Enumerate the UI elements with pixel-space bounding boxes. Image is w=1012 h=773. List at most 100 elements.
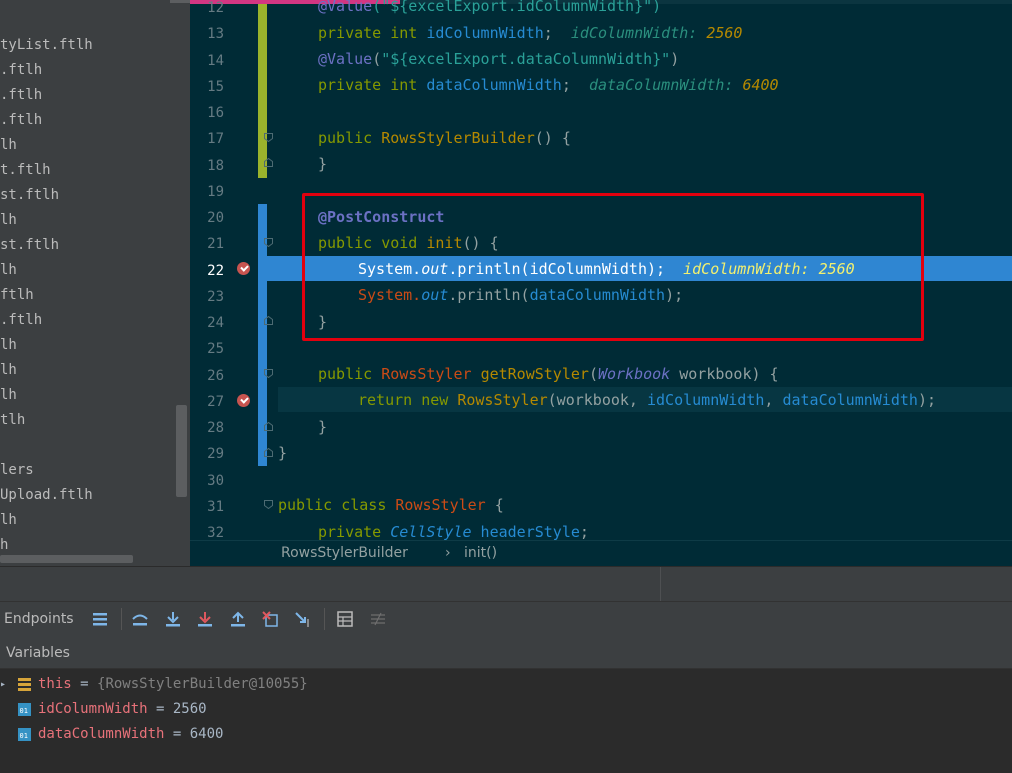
vcs-change-marker-modified[interactable] — [258, 4, 267, 178]
code-line-15[interactable]: private int dataColumnWidth; dataColumnW… — [318, 72, 779, 98]
fold-end-icon[interactable] — [264, 422, 273, 431]
fold-end-icon[interactable] — [264, 316, 273, 325]
code-line-27[interactable]: return new RowsStyler(workbook, idColumn… — [358, 387, 936, 413]
code-line-18[interactable]: } — [318, 151, 327, 177]
show-execution-point-icon[interactable] — [131, 610, 149, 628]
code-line-32[interactable]: private CellStyle headerStyle; — [318, 519, 589, 540]
code-line-28[interactable]: } — [318, 414, 327, 440]
tree-file-item[interactable]: tyList.ftlh — [0, 33, 93, 58]
code-line-31[interactable]: public class RowsStyler { — [278, 492, 504, 518]
tree-file-item[interactable]: .ftlh — [0, 83, 42, 108]
step-over-icon[interactable] — [164, 610, 182, 628]
line-number[interactable]: 18 — [190, 153, 224, 179]
expand-arrow-icon[interactable]: ▸ — [0, 672, 6, 697]
line-number[interactable]: 28 — [190, 415, 224, 441]
tree-file-item[interactable]: lh — [0, 333, 17, 358]
tree-file-item[interactable]: lh — [0, 383, 17, 408]
tool-window-stripe — [0, 566, 1012, 601]
code-line-12[interactable]: @Value("${excelExport.idColumnWidth}") — [318, 0, 661, 19]
line-number[interactable]: 17 — [190, 126, 224, 152]
line-number[interactable]: 22 — [190, 258, 224, 284]
tree-file-item[interactable]: lh — [0, 208, 17, 233]
keyword: public — [318, 129, 382, 147]
code-line-29[interactable]: } — [278, 440, 287, 466]
fold-collapse-icon[interactable] — [264, 369, 273, 378]
fold-collapse-icon[interactable] — [264, 133, 273, 142]
line-number[interactable]: 23 — [190, 284, 224, 310]
project-horizontal-scrollbar[interactable] — [0, 555, 133, 563]
tree-file-item[interactable]: st.ftlh — [0, 183, 59, 208]
tree-file-item[interactable]: .ftlh — [0, 308, 42, 333]
line-number[interactable]: 14 — [190, 48, 224, 74]
breakpoint-icon[interactable] — [237, 394, 250, 407]
tree-file-item[interactable]: Upload.ftlh — [0, 483, 93, 508]
variable-name: dataColumnWidth — [38, 726, 165, 742]
tree-file-item[interactable]: lers — [0, 458, 34, 483]
field-name: idColumnWidth — [426, 24, 544, 42]
fold-end-icon[interactable] — [264, 158, 273, 167]
punctuation: { — [485, 496, 504, 514]
tree-file-item[interactable]: .ftlh — [0, 58, 42, 83]
step-out-icon[interactable] — [229, 610, 247, 628]
menu-icon[interactable] — [91, 610, 109, 628]
line-number[interactable]: 15 — [190, 74, 224, 100]
endpoints-tab[interactable]: Endpoints — [4, 602, 74, 637]
line-number[interactable]: 30 — [190, 468, 224, 494]
line-number[interactable]: 27 — [190, 389, 224, 415]
tree-file-item[interactable]: lh — [0, 133, 17, 158]
evaluate-expression-icon[interactable] — [336, 610, 354, 628]
toolbar-separator — [324, 608, 325, 630]
drop-frame-icon[interactable] — [261, 610, 279, 628]
field-name: headerStyle — [471, 523, 580, 540]
run-to-cursor-icon[interactable] — [294, 610, 312, 628]
punctuation: ; — [561, 76, 571, 94]
trace-icon[interactable] — [369, 610, 387, 628]
punctuation: } — [318, 155, 328, 173]
parameter-type: Workbook — [597, 365, 671, 383]
tree-top-marker — [170, 0, 190, 3]
variable-name: idColumnWidth — [38, 701, 148, 717]
breakpoint-icon[interactable] — [237, 262, 250, 275]
equals-sign: = — [71, 676, 98, 692]
line-number[interactable]: 19 — [190, 179, 224, 205]
annotation: @Value — [318, 0, 373, 15]
type-name: RowsStyler — [381, 365, 481, 383]
line-number[interactable]: 16 — [190, 100, 224, 126]
code-line-26[interactable]: public RowsStyler getRowStyler(Workbook … — [318, 361, 779, 387]
tree-file-item[interactable]: st.ftlh — [0, 233, 59, 258]
breadcrumb-method[interactable]: init() — [464, 541, 497, 566]
string-literal: ("${excelExport.idColumnWidth}") — [372, 0, 662, 15]
fold-collapse-icon[interactable] — [264, 238, 273, 247]
tree-file-item[interactable]: t.ftlh — [0, 158, 51, 183]
step-into-icon[interactable] — [196, 610, 214, 628]
tree-file-item[interactable]: lh — [0, 258, 17, 283]
line-number[interactable]: 20 — [190, 205, 224, 231]
line-number[interactable]: 29 — [190, 441, 224, 467]
punctuation: , — [764, 391, 783, 409]
line-number[interactable]: 13 — [190, 21, 224, 47]
tree-file-item[interactable]: tlh — [0, 408, 25, 433]
punctuation: ); — [917, 391, 936, 409]
punctuation: ( — [372, 50, 382, 68]
line-number[interactable]: 24 — [190, 310, 224, 336]
tree-file-item[interactable]: lh — [0, 508, 17, 533]
line-number[interactable]: 31 — [190, 494, 224, 520]
line-number[interactable]: 32 — [190, 520, 224, 540]
project-vertical-scrollbar[interactable] — [176, 405, 187, 497]
tree-file-item[interactable]: ftlh — [0, 283, 34, 308]
line-number[interactable]: 12 — [190, 0, 224, 21]
keyword: private int — [318, 76, 427, 94]
tree-file-item[interactable]: lh — [0, 358, 17, 383]
field-name: dataColumnWidth — [782, 391, 918, 409]
fold-end-icon[interactable] — [264, 448, 273, 457]
tree-file-item[interactable]: .ftlh — [0, 108, 42, 133]
line-number[interactable]: 25 — [190, 336, 224, 362]
breadcrumb-class[interactable]: RowsStylerBuilder — [281, 541, 408, 566]
code-line-17[interactable]: public RowsStylerBuilder() { — [318, 125, 571, 151]
code-line-13[interactable]: private int idColumnWidth; idColumnWidth… — [318, 20, 742, 46]
line-number[interactable]: 21 — [190, 231, 224, 257]
code-line-14[interactable]: @Value("${excelExport.dataColumnWidth}") — [318, 46, 679, 72]
line-number[interactable]: 26 — [190, 363, 224, 389]
fold-collapse-icon[interactable] — [264, 500, 273, 509]
variable-value: 2560 — [172, 701, 207, 717]
